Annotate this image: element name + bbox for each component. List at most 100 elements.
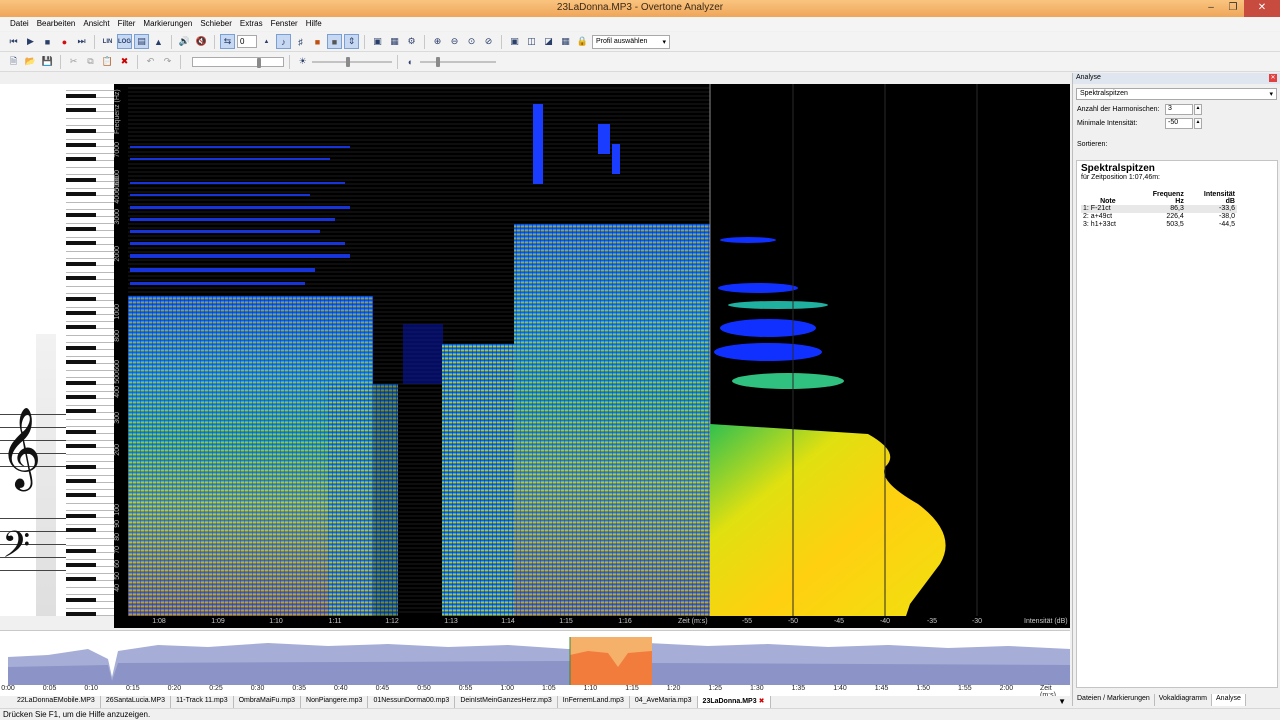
file-tab-label: NonPiangere.mp3 — [306, 697, 363, 704]
table-row[interactable]: 3: h1+33ct 503,5 -44,5 — [1081, 221, 1237, 229]
redo-icon[interactable]: ↷ — [160, 54, 175, 69]
time-tick: 1:09 — [211, 618, 225, 625]
black-key — [66, 577, 96, 581]
black-key — [66, 479, 96, 483]
panel-close-icon[interactable]: ✕ — [1269, 74, 1277, 82]
spinner-arrows-icon[interactable]: ▲ — [259, 34, 274, 49]
table-row[interactable]: 2: a+49ct 226,4 -38,0 — [1081, 213, 1237, 221]
cut-icon[interactable]: ✂ — [66, 54, 81, 69]
menu-ansicht[interactable]: Ansicht — [79, 17, 113, 31]
lin-scale-button[interactable]: LIN — [100, 34, 115, 49]
overview-waveform[interactable]: 0:00 0:05 0:10 0:15 0:20 0:25 0:30 0:35 0:40 0:45… — [0, 630, 1070, 699]
menu-markierungen[interactable]: Markierungen — [139, 17, 196, 31]
new-file-icon[interactable]: 🗎 — [6, 54, 21, 69]
min-intensity-input[interactable]: -50 — [1165, 118, 1193, 129]
spectral-peaks-results: Spektralspitzen für Zeitposition 1:07,46… — [1076, 160, 1278, 688]
color-gray-icon[interactable]: ■ — [327, 34, 342, 49]
contrast-slider[interactable] — [420, 56, 496, 67]
harmonics-input[interactable]: 3 — [1165, 104, 1193, 115]
log-scale-button[interactable]: LOG — [117, 34, 132, 49]
loop-icon[interactable]: ⇆ — [220, 34, 235, 49]
close-button[interactable]: ✕ — [1244, 0, 1280, 17]
vertical-adjust-icon[interactable]: ⇕ — [344, 34, 359, 49]
maximize-button[interactable]: ❐ — [1222, 0, 1244, 17]
file-tab[interactable]: DeinIstMeinGanzesHerz.mp3 — [455, 696, 558, 708]
file-tab[interactable]: 26SantaLucia.MP3 — [101, 696, 171, 708]
harmonics-label: Anzahl der Harmonischen: — [1077, 106, 1160, 113]
min-intensity-spinner-icon[interactable]: ▲ — [1194, 118, 1202, 129]
zoom-reset-icon[interactable]: ⊘ — [481, 34, 496, 49]
note-icon[interactable]: ♪ — [276, 34, 291, 49]
image-icon[interactable]: ▣ — [370, 34, 385, 49]
menu-datei[interactable]: Datei — [6, 17, 33, 31]
spectrogram-view[interactable] — [128, 84, 1070, 616]
delete-icon[interactable]: ✖ — [117, 54, 132, 69]
brightness-slider[interactable] — [312, 56, 392, 67]
volume-icon[interactable]: 🔊 — [177, 34, 192, 49]
harmonics-spinner-icon[interactable]: ▲ — [1194, 104, 1202, 115]
file-tab[interactable]: InFernemLand.mp3 — [558, 696, 630, 708]
intensity-tick: -30 — [971, 618, 983, 625]
zoom-out-icon[interactable]: ⊖ — [447, 34, 462, 49]
palette-icon[interactable]: ▦ — [387, 34, 402, 49]
file-tab[interactable]: 04_AveMaria.mp3 — [630, 696, 698, 708]
file-tab[interactable]: 01NessunDorma00.mp3 — [368, 696, 456, 708]
time-tick: 1:13 — [444, 618, 458, 625]
undo-icon[interactable]: ↶ — [143, 54, 158, 69]
tab-files-markers[interactable]: Dateien / Markierungen — [1073, 694, 1155, 706]
overview-time-tick: 2:00 — [999, 685, 1014, 692]
peaks-view-icon[interactable]: ▲ — [151, 34, 166, 49]
black-key — [66, 444, 96, 448]
menu-bearbeiten[interactable]: Bearbeiten — [33, 17, 80, 31]
play-icon[interactable]: ▶ — [23, 34, 38, 49]
mute-icon[interactable]: 🔇 — [194, 34, 209, 49]
skip-forward-icon[interactable]: ⏭ — [74, 34, 89, 49]
record-icon[interactable]: ● — [57, 34, 72, 49]
spectrum-view-icon[interactable]: ▤ — [134, 34, 149, 49]
window-title: 23LaDonna.MP3 - Overtone Analyzer — [556, 2, 724, 13]
overview-time-tick: 1:50 — [916, 685, 930, 692]
frequency-axis-title: Frequenz (Hz) — [114, 89, 121, 135]
analysis-mode-select[interactable]: Spektralspitzen ▾ — [1076, 88, 1277, 100]
stop-icon[interactable]: ■ — [40, 34, 55, 49]
layout-1-icon[interactable]: ▣ — [507, 34, 522, 49]
overview-time-tick: 0:20 — [167, 685, 182, 692]
save-icon[interactable]: 💾 — [40, 54, 55, 69]
file-tab[interactable]: OmbraMaiFu.mp3 — [234, 696, 302, 708]
layout-3-icon[interactable]: ◪ — [541, 34, 556, 49]
open-folder-icon[interactable]: 📂 — [23, 54, 38, 69]
table-row[interactable]: 1: F-21ct 86,3 -33,6 — [1081, 205, 1237, 213]
profile-select[interactable]: Profil auswählen ▾ — [592, 34, 670, 49]
color-orange-icon[interactable]: ■ — [310, 34, 325, 49]
paste-icon[interactable]: 📋 — [100, 54, 115, 69]
file-tab[interactable]: 22LaDonnaEMobile.MP3 — [12, 696, 101, 708]
file-tab[interactable]: 23LaDonna.MP3 ✖ — [697, 696, 771, 708]
copy-icon[interactable]: ⧉ — [83, 54, 98, 69]
tab-analysis[interactable]: Analyse — [1212, 694, 1246, 706]
layout-2-icon[interactable]: ◫ — [524, 34, 539, 49]
settings-gear-icon[interactable]: ⚙ — [404, 34, 419, 49]
minimize-button[interactable]: – — [1200, 0, 1222, 17]
black-key — [66, 612, 96, 616]
close-tab-icon[interactable]: ✖ — [759, 697, 765, 705]
menu-filter[interactable]: Filter — [114, 17, 140, 31]
black-key — [66, 514, 96, 518]
chevron-down-icon: ▾ — [1269, 91, 1273, 98]
file-tab[interactable]: NonPiangere.mp3 — [301, 696, 369, 708]
sharp-icon[interactable]: ♯ — [293, 34, 308, 49]
skip-back-icon[interactable]: ⏮ — [6, 34, 21, 49]
zoom-fit-icon[interactable]: ⊙ — [464, 34, 479, 49]
menu-hilfe[interactable]: Hilfe — [302, 17, 326, 31]
position-slider[interactable] — [192, 56, 284, 68]
file-tab[interactable]: 11-Track 11.mp3 — [171, 696, 234, 708]
lock-icon[interactable]: 🔒 — [575, 34, 590, 49]
menu-extras[interactable]: Extras — [236, 17, 267, 31]
zoom-in-icon[interactable]: ⊕ — [430, 34, 445, 49]
treble-clef-icon: 𝄞 — [0, 406, 42, 488]
menu-fenster[interactable]: Fenster — [267, 17, 302, 31]
offset-spinner[interactable]: 0 — [237, 35, 257, 48]
tab-vowel-diagram[interactable]: Vokaldiagramm — [1155, 694, 1213, 706]
layout-4-icon[interactable]: ▦ — [558, 34, 573, 49]
menu-schieber[interactable]: Schieber — [196, 17, 236, 31]
tab-list-dropdown-icon[interactable]: ▼ — [1058, 697, 1066, 706]
